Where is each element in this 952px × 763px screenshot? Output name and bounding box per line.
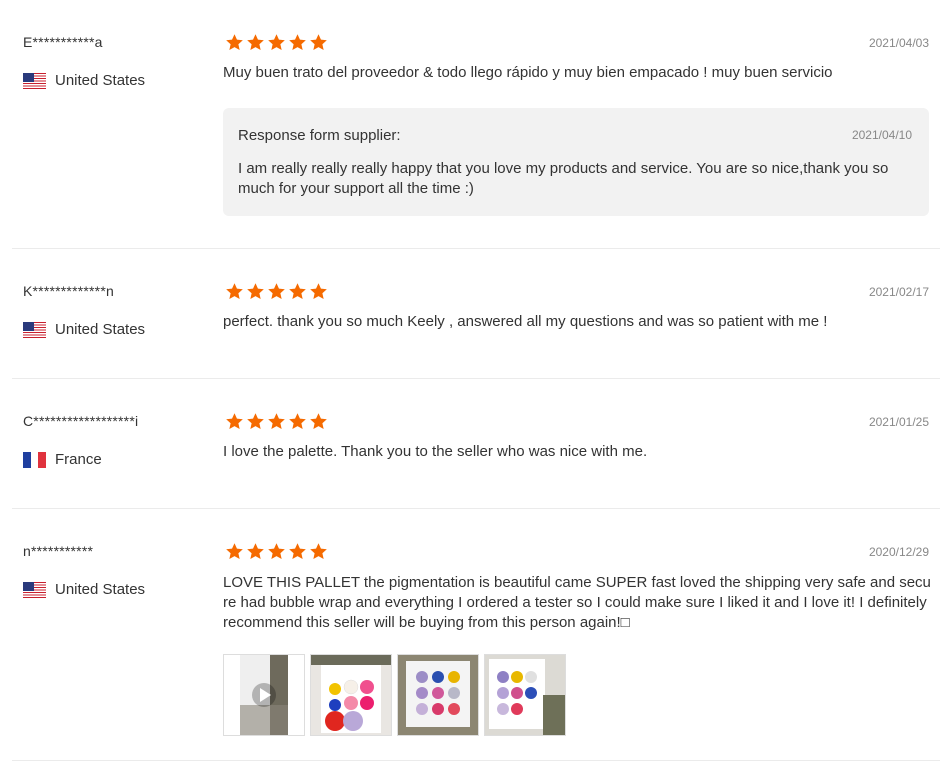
response-title: Response form supplier: [238,127,401,144]
star-icon [310,543,327,560]
star-icon [289,283,306,300]
review-text: Muy buen trato del proveedor & todo lleg… [223,64,833,81]
reviewer-country: France [23,451,102,468]
us-flag-icon [23,72,46,89]
video-preview-image [224,655,304,735]
video-thumbnail[interactable] [223,654,305,736]
reviewer-name: C******************i [23,413,139,429]
review-date: 2021/02/17 [868,285,929,299]
star-icon [289,34,306,51]
france-flag-icon [23,451,46,468]
reviewer-name: n*********** [23,543,94,559]
palette-photo [485,655,565,735]
response-date: 2021/04/10 [851,128,912,142]
star-rating [225,282,328,301]
star-rating [225,542,328,561]
review-divider [12,508,940,509]
review-date: 2021/04/03 [868,36,929,50]
palette-photo [398,655,478,735]
reviewer-country: United States [23,321,145,338]
star-rating [225,33,328,52]
review-divider [12,378,940,379]
country-label: United States [55,72,146,89]
reviewer-country: United States [23,72,145,89]
us-flag-icon [23,581,46,598]
review-photo[interactable] [397,654,479,736]
star-icon [226,34,243,51]
supplier-response: Response form supplier: 2021/04/10 I am … [223,108,929,216]
star-icon [226,283,243,300]
palette-photo [311,655,391,735]
review-text: LOVE THIS PALLET the pigmentation is bea… [223,574,931,631]
response-text: I am really really really happy that you… [238,160,889,197]
reviewer-name: K*************n [23,283,114,299]
review-text: perfect. thank you so much Keely , answe… [223,313,828,330]
review-photo[interactable] [484,654,566,736]
star-icon [268,34,285,51]
star-icon [310,413,327,430]
star-rating [225,412,328,431]
star-icon [247,34,264,51]
reviewer-name: E***********a [23,34,103,50]
star-icon [226,543,243,560]
us-flag-icon [23,321,46,338]
star-icon [247,283,264,300]
review-date: 2021/01/25 [868,415,929,429]
star-icon [310,34,327,51]
star-icon [247,413,264,430]
star-icon [247,543,264,560]
star-icon [226,413,243,430]
country-label: United States [55,321,146,338]
star-icon [289,413,306,430]
star-icon [310,283,327,300]
star-icon [268,413,285,430]
star-icon [268,283,285,300]
review-divider [12,760,940,761]
star-icon [289,543,306,560]
country-label: United States [55,581,146,598]
reviewer-country: United States [23,581,145,598]
review-text: I love the palette. Thank you to the sel… [223,443,648,460]
review-photos [223,654,566,736]
review-divider [12,248,940,249]
review-photo[interactable] [310,654,392,736]
review-date: 2020/12/29 [868,545,929,559]
star-icon [268,543,285,560]
country-label: France [55,451,102,468]
